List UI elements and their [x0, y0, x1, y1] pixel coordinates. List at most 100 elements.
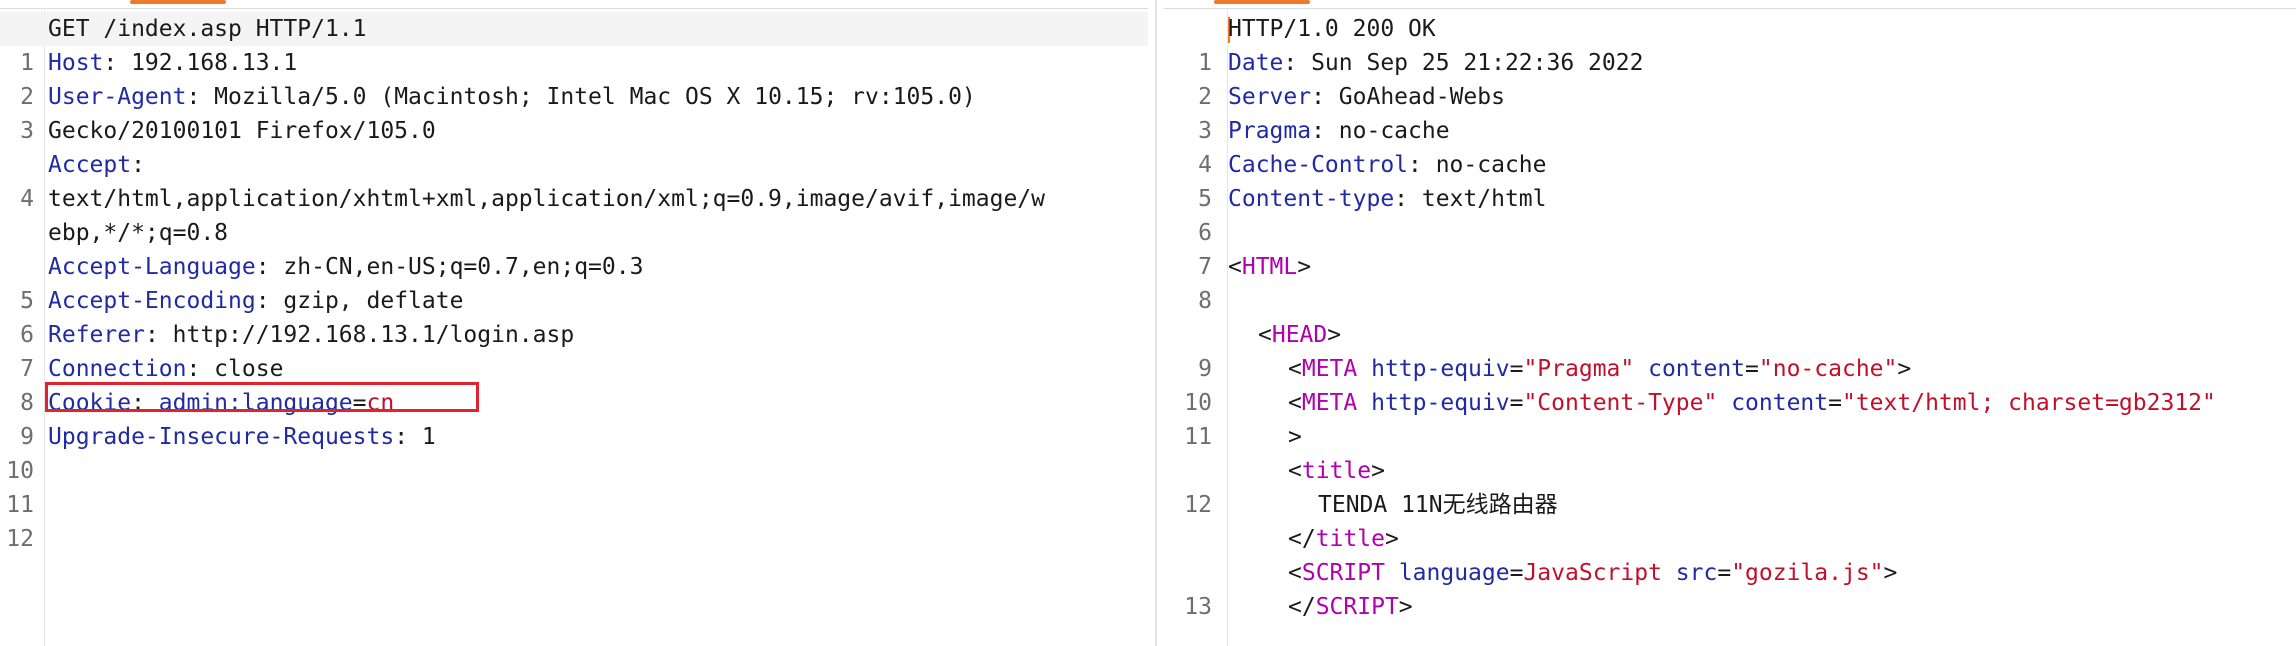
header-name: Connection — [48, 356, 187, 382]
request-line[interactable]: 12 — [0, 488, 1148, 552]
request-line[interactable]: 1 GET /index.asp HTTP/1.1 — [0, 12, 1148, 76]
tag-open-bracket: < — [1288, 356, 1302, 382]
header-separator: : — [131, 390, 159, 416]
tag-name: SCRIPT — [1301, 560, 1385, 586]
tag-close-bracket: > — [1897, 356, 1912, 382]
attr-name: language — [1398, 560, 1510, 586]
response-line[interactable]: 3 Server: GoAhead-Webs — [1164, 80, 2296, 144]
response-code-lines: 1 HTTP/1.0 200 OK 2 Date: Sun Sep 25 21:… — [1164, 12, 2296, 624]
response-line[interactable]: 5 Cache-Control: no-cache — [1164, 148, 2296, 212]
response-line[interactable]: 12 <title> — [1164, 454, 2296, 518]
attr-name: http-equiv — [1371, 390, 1510, 416]
response-line[interactable]: 6 Content-type: text/html — [1164, 182, 2296, 246]
attr-equals: = — [1509, 560, 1524, 586]
attr-value: JavaScript — [1523, 560, 1662, 586]
header-name: Server — [1228, 84, 1312, 110]
header-value: : 192.168.13.1 — [103, 50, 298, 76]
request-line[interactable]: 8 Connection: close — [0, 352, 1148, 416]
request-line[interactable]: 2 Host: 192.168.13.1 — [0, 46, 1148, 110]
attr-value: "Pragma" — [1523, 356, 1635, 382]
header-value: : no-cache — [1311, 118, 1450, 144]
response-line[interactable]: 1 HTTP/1.0 200 OK — [1164, 12, 2296, 76]
request-line[interactable]: 11 — [0, 454, 1148, 518]
header-value: : gzip, deflate — [255, 288, 464, 314]
header-value: : zh-CN,en-US;q=0.7,en;q=0.3 — [255, 254, 644, 280]
attr-equals: = — [1509, 390, 1524, 416]
request-line-wrap[interactable]: ebp,*/*;q=0.8 — [0, 216, 1148, 250]
attr-equals: = — [1717, 560, 1732, 586]
header-name: Accept-Encoding — [48, 288, 256, 314]
tag-name: META — [1301, 356, 1358, 382]
pane-splitter[interactable] — [1148, 0, 1164, 646]
attr-value: "Content-Type" — [1523, 390, 1718, 416]
header-value: : text/html — [1394, 186, 1547, 212]
request-line-text: GET /index.asp HTTP/1.1 — [48, 16, 367, 42]
attr-value: "no-cache" — [1758, 356, 1898, 382]
attr-equals: = — [1509, 356, 1524, 382]
request-code-lines: 1 GET /index.asp HTTP/1.1 2 Host: 192.16… — [0, 12, 1148, 552]
tag-open-bracket: < — [1228, 254, 1242, 280]
tag-name: title — [1301, 458, 1372, 484]
request-editor-pane[interactable]: 1 GET /index.asp HTTP/1.1 2 Host: 192.16… — [0, 0, 1148, 646]
attr-value: "text/html; charset=gb2312" — [1841, 390, 2216, 416]
header-name: Referer — [48, 322, 145, 348]
attr-name: http-equiv — [1371, 356, 1510, 382]
line-number: 12 — [6, 526, 34, 552]
response-line[interactable]: 4 Pragma: no-cache — [1164, 114, 2296, 178]
request-line[interactable]: 4 Accept: — [0, 148, 1148, 212]
response-line-wrap[interactable]: TENDA 11N无线路由器 — [1164, 488, 2296, 522]
tag-name: title — [1315, 526, 1385, 552]
attr-equals: = — [1828, 390, 1842, 416]
response-line[interactable]: 7 — [1164, 216, 2296, 280]
tag-close-bracket: > — [1384, 526, 1399, 552]
request-line[interactable]: 7 Referer: http://192.168.13.1/login.asp — [0, 318, 1148, 382]
header-value: : — [131, 152, 145, 178]
response-line-wrap[interactable]: </SCRIPT> — [1164, 590, 2296, 624]
header-value: : http://192.168.13.1/login.asp — [144, 322, 575, 348]
header-name: Host — [48, 50, 104, 76]
response-line[interactable]: 8 <HTML> — [1164, 250, 2296, 314]
response-pane-topbar — [1164, 0, 2296, 9]
request-line[interactable]: 3 User-Agent: Mozilla/5.0 (Macintosh; In… — [0, 80, 1148, 144]
tag-open-bracket: < — [1288, 560, 1302, 586]
status-line: HTTP/1.0 200 OK — [1228, 16, 1436, 42]
attr-name: content — [1731, 390, 1829, 416]
cookie-name: admin:language — [158, 390, 353, 416]
tag-name: META — [1301, 390, 1358, 416]
request-line[interactable]: 5 Accept-Language: zh-CN,en-US;q=0.7,en;… — [0, 250, 1148, 314]
tag-close-bracket: > — [1398, 594, 1413, 620]
request-line[interactable]: 6 Accept-Encoding: gzip, deflate — [0, 284, 1148, 348]
tag-open-bracket: < — [1288, 390, 1302, 416]
response-line[interactable]: 9 <HEAD> — [1164, 318, 2296, 382]
attr-name: content — [1648, 356, 1746, 382]
request-line-wrap[interactable]: Gecko/20100101 Firefox/105.0 — [0, 114, 1148, 148]
header-value: text/html,application/xhtml+xml,applicat… — [48, 186, 1045, 212]
header-name: User-Agent — [48, 84, 187, 110]
header-name: Upgrade-Insecure-Requests — [48, 424, 395, 450]
tag-open-bracket: </ — [1288, 594, 1316, 620]
tag-close-bracket: > — [1327, 322, 1342, 348]
response-viewer-pane[interactable]: 1 HTTP/1.0 200 OK 2 Date: Sun Sep 25 21:… — [1164, 0, 2296, 646]
response-line[interactable]: 11 <META http-equiv="Content-Type" conte… — [1164, 386, 2296, 450]
tag-close-bracket: > — [1883, 560, 1898, 586]
response-line[interactable]: 2 Date: Sun Sep 25 21:22:36 2022 — [1164, 46, 2296, 110]
response-line-wrap[interactable]: </title> — [1164, 522, 2296, 556]
request-active-tab-indicator — [130, 0, 226, 4]
request-line[interactable]: 10 Upgrade-Insecure-Requests: 1 — [0, 420, 1148, 484]
header-name: Pragma — [1228, 118, 1312, 144]
response-line-blank[interactable] — [1164, 284, 2296, 318]
header-value: : no-cache — [1408, 152, 1547, 178]
attr-value: "gozila.js" — [1731, 560, 1884, 586]
response-line[interactable]: 13 <SCRIPT language=JavaScript src="gozi… — [1164, 556, 2296, 620]
tag-open-bracket: </ — [1288, 526, 1316, 552]
response-line-wrap[interactable]: > — [1164, 420, 2296, 454]
response-line[interactable]: 10 <META http-equiv="Pragma" content="no… — [1164, 352, 2296, 416]
header-name: Accept — [48, 152, 132, 178]
request-line-cookie[interactable]: 9 Cookie: admin:language=cn — [0, 386, 1148, 450]
title-text: TENDA 11N无线路由器 — [1318, 492, 1558, 518]
tag-open-bracket: < — [1258, 322, 1272, 348]
header-value: : 1 — [394, 424, 436, 450]
request-line-wrap[interactable]: text/html,application/xhtml+xml,applicat… — [0, 182, 1148, 216]
attr-name: src — [1675, 560, 1718, 586]
header-name: Cookie — [48, 390, 132, 416]
